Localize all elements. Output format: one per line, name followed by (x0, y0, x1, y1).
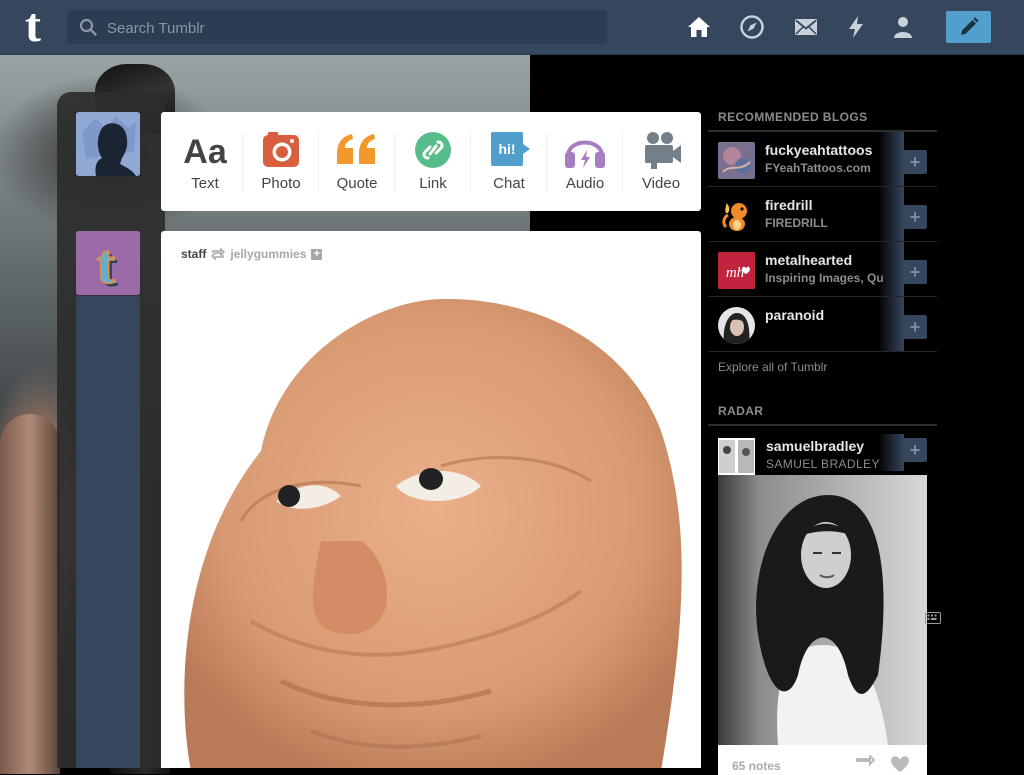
reblog-icon[interactable] (854, 755, 876, 771)
text-icon: Aa (183, 133, 228, 170)
post-type-text[interactable]: Aa Text (167, 112, 243, 211)
radar-follow-button[interactable]: + (903, 438, 927, 462)
avatar-rail-strip (76, 296, 140, 768)
svg-text:hi!: hi! (498, 141, 515, 157)
post-type-link[interactable]: Link (395, 112, 471, 211)
radar-fade (878, 434, 904, 471)
activity-icon[interactable] (843, 14, 869, 40)
staff-avatar[interactable]: t t (76, 231, 140, 295)
svg-text:Aa: Aa (183, 133, 228, 170)
blog-fade (878, 242, 904, 296)
blog-name[interactable]: paranoid (765, 307, 824, 323)
post-type-link-label: Link (419, 175, 447, 192)
reblog-icon (211, 248, 226, 260)
background-figure-arm (0, 414, 60, 774)
compose-button[interactable] (946, 11, 991, 43)
post-type-quote[interactable]: Quote (319, 112, 395, 211)
post-image[interactable] (161, 291, 701, 768)
paranoid-thumbnail (718, 307, 755, 344)
recommended-blog-item[interactable]: fuckyeahtattoos FYeahTattoos.com + (708, 132, 937, 187)
post-author[interactable]: staff (181, 247, 206, 261)
inbox-icon[interactable] (793, 14, 819, 40)
keyboard-shortcuts-icon[interactable] (925, 612, 941, 624)
top-header: t (0, 0, 1024, 55)
post-type-chat[interactable]: hi! Chat (471, 112, 547, 211)
post-type-audio[interactable]: Audio (547, 112, 623, 211)
tumblr-logo[interactable]: t (13, 2, 53, 50)
notes-count[interactable]: 65 notes (732, 759, 781, 773)
quote-icon (337, 134, 375, 164)
follow-blog-button[interactable]: + (903, 315, 927, 339)
blog-avatar-metalhearted[interactable]: mh (718, 252, 755, 289)
svg-text:t: t (97, 234, 116, 295)
blog-name[interactable]: metalhearted (765, 252, 852, 268)
right-sidebar: RECOMMENDED BLOGS fuckyeahtattoos FYeahT… (708, 100, 937, 478)
pencil-icon (961, 17, 979, 35)
blog-fade (878, 132, 904, 186)
post-type-photo[interactable]: Photo (243, 112, 319, 211)
like-heart-icon[interactable] (890, 755, 910, 773)
video-camera-icon (645, 132, 681, 169)
radar-blog-name[interactable]: samuelbradley (766, 438, 864, 454)
explore-link[interactable]: Explore all of Tumblr (708, 352, 937, 394)
blog-fade (878, 187, 904, 241)
post-type-quote-label: Quote (336, 175, 378, 192)
camera-icon (263, 132, 299, 167)
blog-fade (878, 297, 904, 351)
dashboard-post: staff jellygummies + (161, 231, 701, 768)
blog-avatar-tattoo[interactable] (718, 142, 755, 179)
recommended-blog-item[interactable]: firedrill FIREDRILL + (708, 187, 937, 242)
post-type-chat-label: Chat (493, 175, 525, 192)
search-icon (79, 18, 97, 36)
follow-blog-button[interactable]: + (903, 150, 927, 174)
recommended-blog-item[interactable]: mh metalhearted Inspiring Images, Qu + (708, 242, 937, 297)
blog-name[interactable]: fuckyeahtattoos (765, 142, 872, 158)
post-type-bar: Aa Text Photo Quote Link hi! Chat Audio … (161, 112, 701, 211)
follow-reblogged-button[interactable]: + (311, 248, 323, 260)
radar-portrait (718, 475, 927, 745)
user-avatar-silhouette (76, 112, 140, 176)
user-avatar[interactable] (76, 112, 140, 176)
post-type-video[interactable]: Video (623, 112, 699, 211)
radar-blog-thumbnail (718, 438, 755, 475)
radar-post-image[interactable] (718, 475, 927, 745)
search-bar[interactable] (67, 10, 607, 46)
recommended-blogs-title: RECOMMENDED BLOGS (708, 100, 937, 132)
post-type-photo-label: Photo (261, 175, 301, 192)
post-type-video-label: Video (641, 175, 681, 192)
recommended-blog-item[interactable]: paranoid + (708, 297, 937, 352)
radar-blog-title: SAMUEL BRADLEY (766, 457, 880, 471)
radar-post-footer: 65 notes (718, 745, 927, 775)
tattoo-thumbnail (718, 142, 755, 179)
explore-icon[interactable] (739, 14, 765, 40)
blog-avatar-paranoid[interactable] (718, 307, 755, 344)
metalhearted-logo: mh (718, 252, 755, 289)
chat-icon: hi! (491, 132, 530, 166)
radar-blog-item[interactable]: samuelbradley SAMUEL BRADLEY + (708, 434, 937, 478)
blog-name[interactable]: firedrill (765, 197, 812, 213)
radar-blog-avatar[interactable] (718, 438, 755, 475)
post-header: staff jellygummies + (181, 247, 323, 261)
home-icon[interactable] (686, 14, 712, 40)
follow-blog-button[interactable]: + (903, 205, 927, 229)
headphones-icon (565, 140, 605, 168)
search-input[interactable] (105, 10, 599, 46)
follow-blog-button[interactable]: + (903, 260, 927, 284)
charmander-thumbnail (718, 197, 755, 234)
blog-avatar-firedrill[interactable] (718, 197, 755, 234)
metalhearted-logo-text: mh (726, 265, 744, 281)
link-icon (415, 132, 451, 168)
post-type-audio-label: Audio (565, 175, 605, 192)
account-icon[interactable] (890, 14, 916, 40)
staff-avatar-logo: t t (76, 231, 140, 295)
reblogged-from[interactable]: jellygummies (230, 247, 306, 261)
radar-title: RADAR (708, 394, 937, 426)
post-type-text-label: Text (191, 175, 219, 192)
